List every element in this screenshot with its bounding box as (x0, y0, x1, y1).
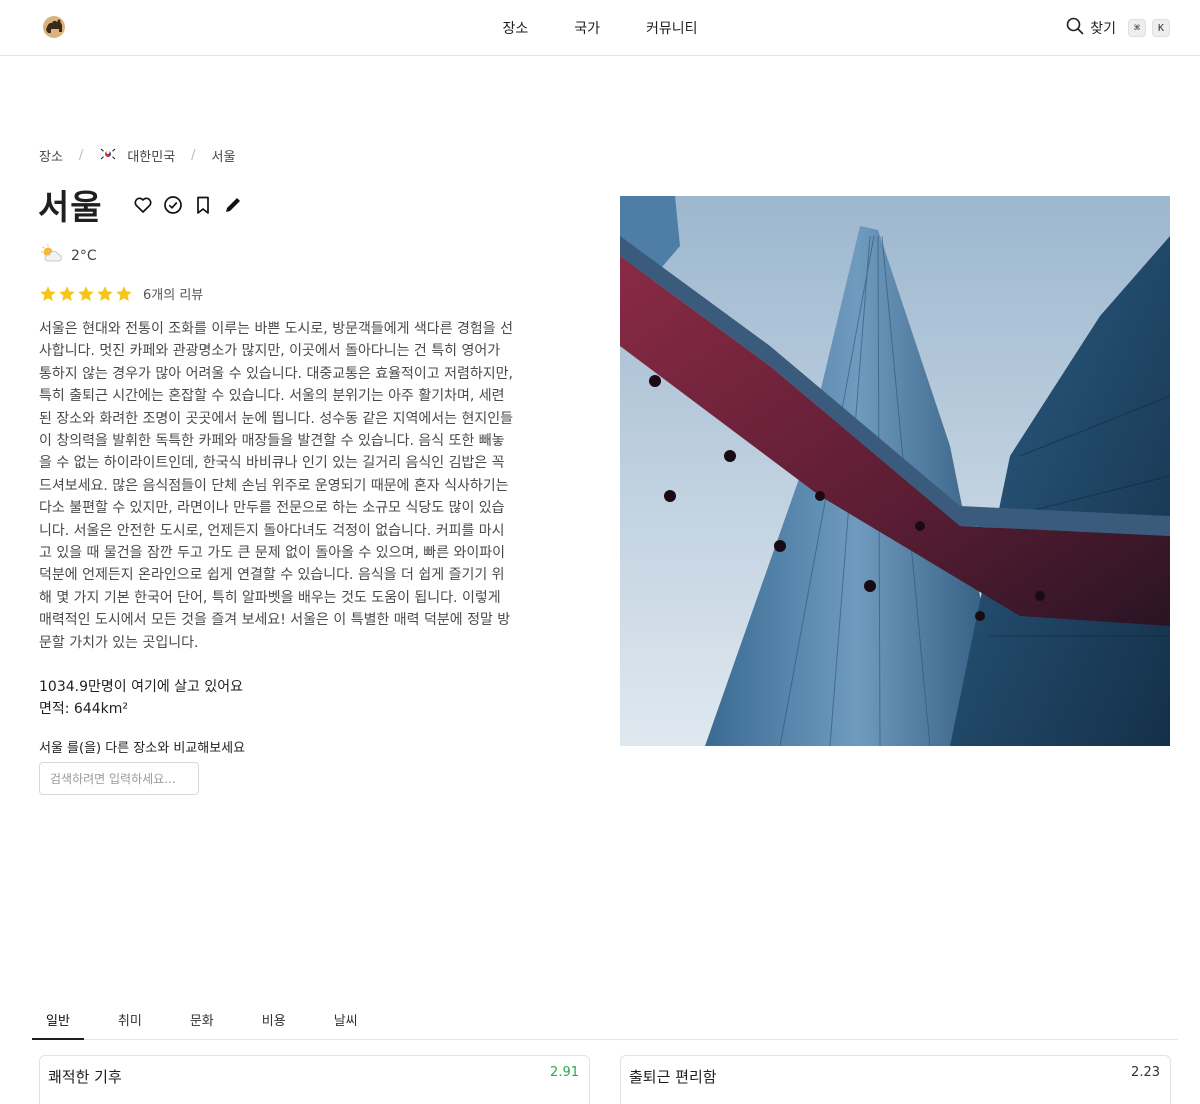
breadcrumb: 장소 / 대한민국 / 서울 (39, 146, 235, 165)
rating: 6개의 리뷰 (39, 284, 203, 303)
camel-logo-icon[interactable] (40, 13, 68, 41)
breadcrumb-city: 서울 (211, 150, 236, 165)
temperature: 2°C (71, 248, 97, 264)
breadcrumb-country[interactable]: 대한민국 (127, 146, 175, 165)
title-row: 서울 (38, 180, 243, 229)
nav-item-countries[interactable]: 국가 (566, 14, 608, 42)
category-tabs: 일반 취미 문화 비용 날씨 (32, 1000, 1178, 1040)
star-icon (78, 285, 94, 301)
heart-icon[interactable] (133, 195, 153, 215)
page-title: 서울 (38, 188, 103, 228)
score-value: 2.91 (550, 1065, 579, 1080)
top-navigation-bar: 장소 국가 커뮤니티 찾기 ⌘ K (0, 0, 1200, 56)
score-card-title: 쾌적한 기후 (48, 1068, 122, 1086)
partly-cloudy-icon (39, 244, 63, 268)
search-icon[interactable] (1066, 17, 1084, 39)
breadcrumb-separator: / (191, 148, 196, 163)
main-nav: 장소 국가 커뮤니티 (0, 0, 1200, 56)
nav-item-community[interactable]: 커뮤니티 (638, 14, 706, 42)
compare-search-input[interactable] (39, 762, 199, 795)
hero-image (620, 196, 1170, 746)
search-label[interactable]: 찾기 (1090, 18, 1116, 38)
population: 1034.9만명이 여기에 살고 있어요 (39, 679, 244, 695)
tab-cost[interactable]: 비용 (248, 1000, 300, 1040)
nav-item-places[interactable]: 장소 (494, 14, 536, 42)
star-icon (59, 285, 75, 301)
tab-general[interactable]: 일반 (32, 1000, 84, 1040)
score-card-climate[interactable]: 쾌적한 기후 2.91 (39, 1055, 590, 1104)
shortcut-key-cmd: ⌘ (1128, 19, 1146, 37)
score-card-commute[interactable]: 출퇴근 편리함 2.23 (620, 1055, 1171, 1104)
tab-hobbies[interactable]: 취미 (104, 1000, 156, 1040)
breadcrumb-separator: / (78, 148, 84, 163)
compare-label: 서울 를(을) 다른 장소와 비교해보세요 (39, 741, 246, 756)
title-actions (133, 195, 243, 215)
south-korea-flag-icon (99, 146, 118, 165)
score-value: 2.23 (1131, 1065, 1160, 1080)
pencil-icon[interactable] (223, 195, 243, 215)
breadcrumb-places[interactable]: 장소 (39, 146, 63, 165)
tab-weather[interactable]: 날씨 (320, 1000, 372, 1040)
score-card-title: 출퇴근 편리함 (629, 1068, 717, 1086)
search-trigger[interactable]: 찾기 ⌘ K (1066, 14, 1170, 42)
weather-summary: 2°C (39, 244, 97, 268)
place-stats: 1034.9만명이 여기에 살고 있어요 면적: 644km² (39, 676, 243, 720)
shortcut-key-k: K (1152, 19, 1170, 37)
review-count[interactable]: 6개의 리뷰 (143, 284, 203, 303)
page: 장소 국가 커뮤니티 찾기 ⌘ K 장소 / 대한민국 / 서울 서울 2°C … (0, 0, 1200, 1104)
star-icon (40, 285, 56, 301)
check-circle-icon[interactable] (163, 195, 183, 215)
star-icon (116, 285, 132, 301)
area: 면적: 644km² (39, 701, 129, 717)
bookmark-icon[interactable] (193, 195, 213, 215)
place-description: 서울은 현대와 전통이 조화를 이루는 바쁜 도시로, 방문객들에게 색다른 경… (39, 321, 513, 651)
star-icon (97, 285, 113, 301)
star-rating (39, 285, 133, 303)
tab-culture[interactable]: 문화 (176, 1000, 228, 1040)
